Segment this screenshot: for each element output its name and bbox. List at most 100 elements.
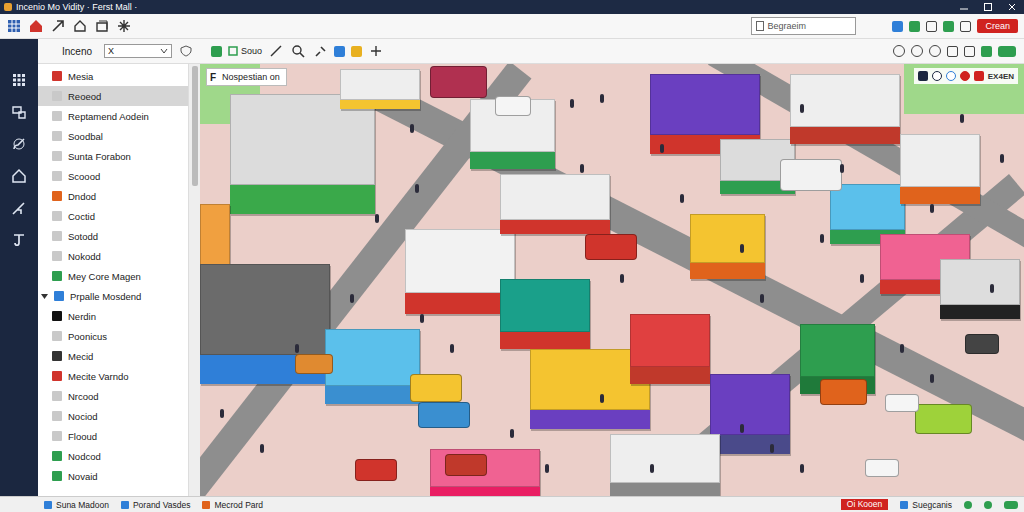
building[interactable] <box>340 69 420 109</box>
camera-icon[interactable] <box>932 71 942 81</box>
globe-icon[interactable] <box>946 71 956 81</box>
vehicle[interactable] <box>355 459 397 481</box>
sidebar-item[interactable]: Nerdin <box>38 306 188 326</box>
sidebar-item[interactable]: Novaid <box>38 466 188 486</box>
vehicle[interactable] <box>820 379 867 405</box>
window-icon[interactable] <box>926 21 937 32</box>
filter-dropdown[interactable]: X <box>104 44 172 58</box>
sidebar-item[interactable]: Poonicus <box>38 326 188 346</box>
status-item[interactable]: Mecrod Pard <box>202 500 263 510</box>
sidebar-item[interactable]: Prpalle Mosdend <box>38 286 188 306</box>
vehicle[interactable] <box>295 354 333 374</box>
sidebar-item[interactable]: Dndod <box>38 186 188 206</box>
vehicle[interactable] <box>865 459 899 477</box>
vehicle[interactable] <box>885 394 919 412</box>
minimize-icon[interactable] <box>952 0 976 14</box>
vehicle[interactable] <box>410 374 462 402</box>
select-tool-icon[interactable] <box>211 46 222 57</box>
close-icon[interactable] <box>1000 0 1024 14</box>
line-tool-icon[interactable] <box>268 43 284 59</box>
building[interactable] <box>500 279 590 349</box>
vehicle[interactable] <box>418 402 470 428</box>
pedestrian[interactable] <box>760 294 764 303</box>
vehicle[interactable] <box>495 96 531 116</box>
sidebar-item[interactable]: Reoeod <box>38 86 188 106</box>
pedestrian[interactable] <box>680 194 684 203</box>
pedestrian[interactable] <box>740 244 744 253</box>
pedestrian[interactable] <box>410 124 414 133</box>
building[interactable] <box>710 374 790 454</box>
pedestrian[interactable] <box>930 204 934 213</box>
sidebar-item[interactable]: Mecid <box>38 346 188 366</box>
pedestrian[interactable] <box>450 344 454 353</box>
house-icon[interactable] <box>72 18 88 34</box>
pedestrian[interactable] <box>220 409 224 418</box>
pedestrian[interactable] <box>620 274 624 283</box>
building[interactable] <box>900 134 980 204</box>
vehicle[interactable] <box>965 334 999 354</box>
pedestrian[interactable] <box>820 234 824 243</box>
sidebar-item[interactable]: Mecite Varndo <box>38 366 188 386</box>
pedestrian[interactable] <box>420 314 424 323</box>
pedestrian[interactable] <box>800 464 804 473</box>
lock-icon[interactable] <box>918 71 928 81</box>
history-icon[interactable] <box>929 45 941 57</box>
sidebar-scrollbar[interactable] <box>188 64 200 496</box>
transform-icon[interactable] <box>368 43 384 59</box>
sidebar-item[interactable]: Sotodd <box>38 226 188 246</box>
sidebar-item[interactable]: Flooud <box>38 426 188 446</box>
status-toggle-icon[interactable] <box>1004 501 1018 509</box>
expanded-caret-icon[interactable] <box>41 293 48 300</box>
pen-icon[interactable] <box>8 197 30 219</box>
pedestrian[interactable] <box>260 444 264 453</box>
vehicle[interactable] <box>445 454 487 476</box>
home-icon[interactable] <box>8 165 30 187</box>
figure-icon[interactable] <box>947 46 958 57</box>
tool-button[interactable]: Souo <box>228 46 262 56</box>
grid-toggle-icon[interactable] <box>960 21 971 32</box>
pedestrian[interactable] <box>840 164 844 173</box>
pedestrian[interactable] <box>650 464 654 473</box>
sidebar-item[interactable]: Nrcood <box>38 386 188 406</box>
asterisk-icon[interactable] <box>116 18 132 34</box>
pedestrian[interactable] <box>960 114 964 123</box>
redo-icon[interactable] <box>911 45 923 57</box>
brush-icon[interactable] <box>8 133 30 155</box>
pedestrian[interactable] <box>740 424 744 433</box>
undo-icon[interactable] <box>893 45 905 57</box>
sidebar-item[interactable]: Nokodd <box>38 246 188 266</box>
pedestrian[interactable] <box>900 344 904 353</box>
vehicle[interactable] <box>780 159 842 191</box>
viewport-key[interactable]: F <box>210 72 216 83</box>
grid-icon[interactable] <box>6 18 22 34</box>
search-field[interactable]: Begraeim <box>751 17 856 35</box>
sidebar-item[interactable]: Nociod <box>38 406 188 426</box>
record-icon[interactable] <box>960 71 970 81</box>
pedestrian[interactable] <box>770 444 774 453</box>
pedestrian[interactable] <box>580 164 584 173</box>
action-button[interactable]: Crean <box>977 19 1018 33</box>
pedestrian[interactable] <box>800 104 804 113</box>
building[interactable] <box>630 314 710 384</box>
pedestrian[interactable] <box>600 94 604 103</box>
pedestrian[interactable] <box>350 294 354 303</box>
status-item[interactable]: Porand Vasdes <box>121 500 191 510</box>
export-icon[interactable] <box>981 46 992 57</box>
status-alert[interactable]: Oi Kooen <box>841 499 888 510</box>
save-icon[interactable] <box>943 21 954 32</box>
hook-icon[interactable] <box>8 229 30 251</box>
layer-icon[interactable] <box>334 46 345 57</box>
pedestrian[interactable] <box>660 144 664 153</box>
maximize-icon[interactable] <box>976 0 1000 14</box>
building[interactable] <box>940 259 1020 319</box>
grid-icon[interactable] <box>8 69 30 91</box>
pedestrian[interactable] <box>930 374 934 383</box>
view-icon[interactable] <box>909 21 920 32</box>
status-item[interactable]: Suna Madoon <box>44 500 109 510</box>
sidebar-item[interactable]: Scoood <box>38 166 188 186</box>
arrow-icon[interactable] <box>50 18 66 34</box>
map-viewport[interactable]: F Nospestian on EX4EN <box>200 64 1024 496</box>
vehicle[interactable] <box>585 234 637 260</box>
layers-icon[interactable] <box>94 18 110 34</box>
link-icon[interactable] <box>312 43 328 59</box>
